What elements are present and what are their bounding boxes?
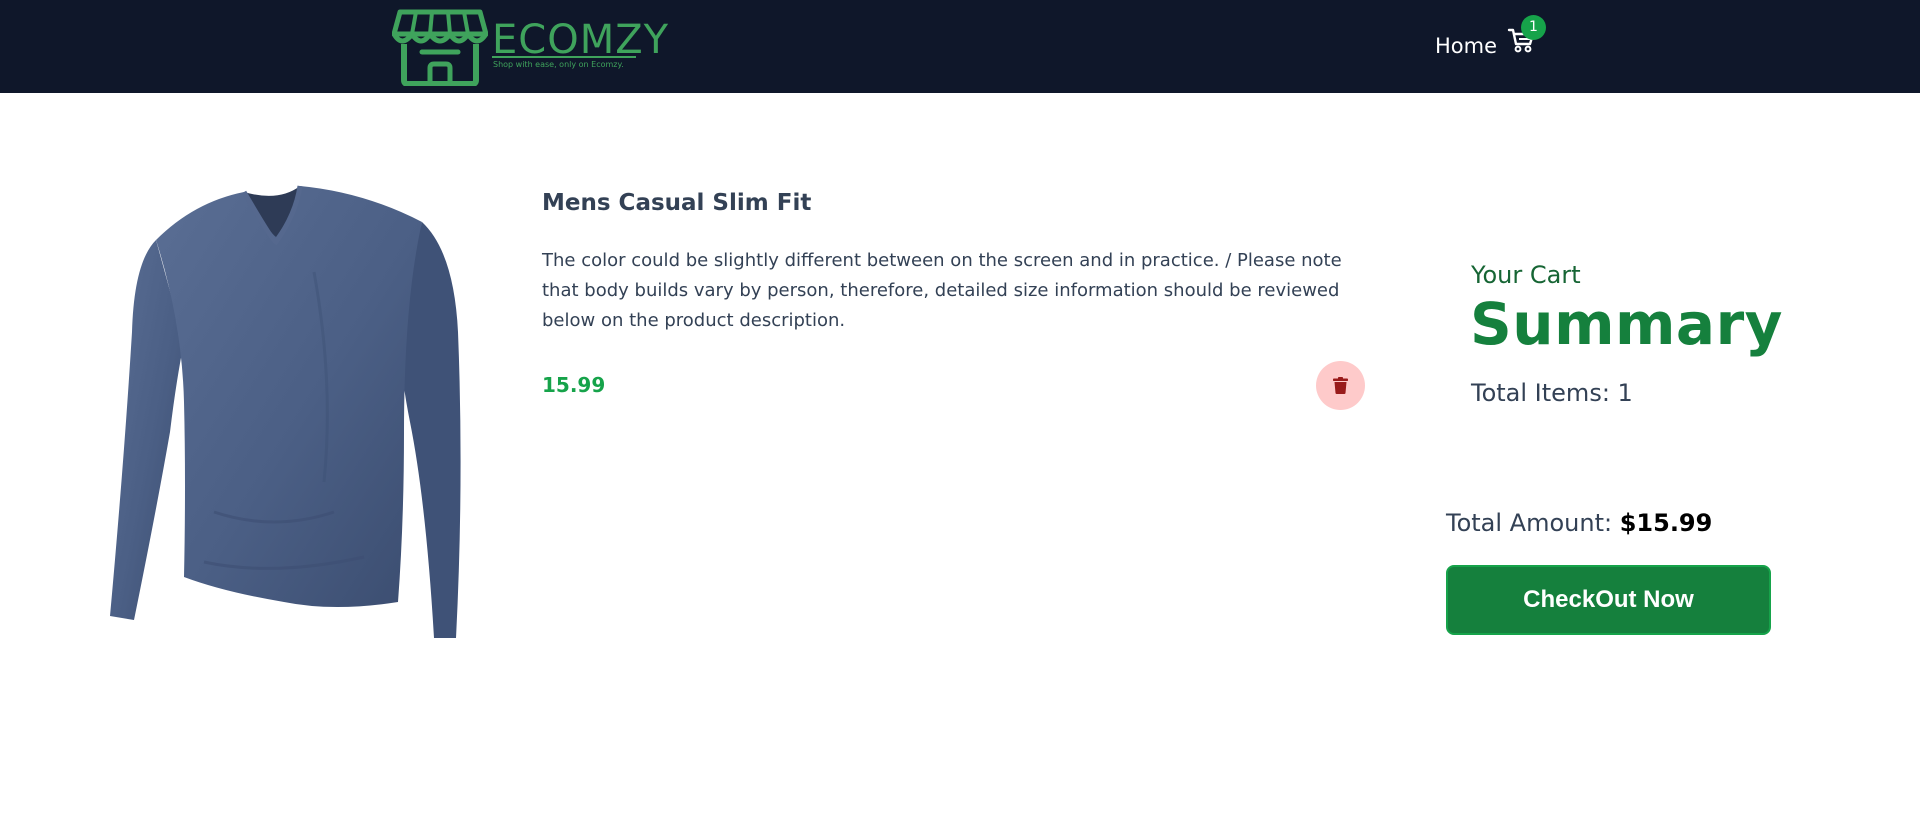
nav-home-link[interactable]: Home <box>1435 31 1497 61</box>
product-image <box>104 182 474 642</box>
cart-count-badge: 1 <box>1521 15 1546 40</box>
trash-icon <box>1333 377 1348 394</box>
brand-underline <box>492 56 636 58</box>
brand-tagline: Shop with ease, only on Ecomzy. <box>493 60 624 69</box>
storefront-icon <box>392 9 488 86</box>
total-amount-label: Total Amount: <box>1446 509 1620 537</box>
product-price: 15.99 <box>542 373 606 397</box>
total-amount-value: $15.99 <box>1619 509 1713 537</box>
navbar: ECOMZY Shop with ease, only on Ecomzy. H… <box>0 0 1920 93</box>
product-title: Mens Casual Slim Fit <box>542 190 812 216</box>
product-description: The color could be slightly different be… <box>542 250 1342 331</box>
total-amount: Total Amount: $15.99 <box>1446 506 1712 540</box>
tshirt-image <box>110 185 461 638</box>
total-items: Total Items: 1 <box>1471 379 1633 407</box>
summary-heading: Summary <box>1470 290 1783 358</box>
remove-item-button[interactable] <box>1316 361 1365 410</box>
checkout-button[interactable]: CheckOut Now <box>1446 565 1771 635</box>
cart-subtitle: Your Cart <box>1471 261 1581 289</box>
brand-logo[interactable]: ECOMZY Shop with ease, only on Ecomzy. <box>392 8 668 86</box>
